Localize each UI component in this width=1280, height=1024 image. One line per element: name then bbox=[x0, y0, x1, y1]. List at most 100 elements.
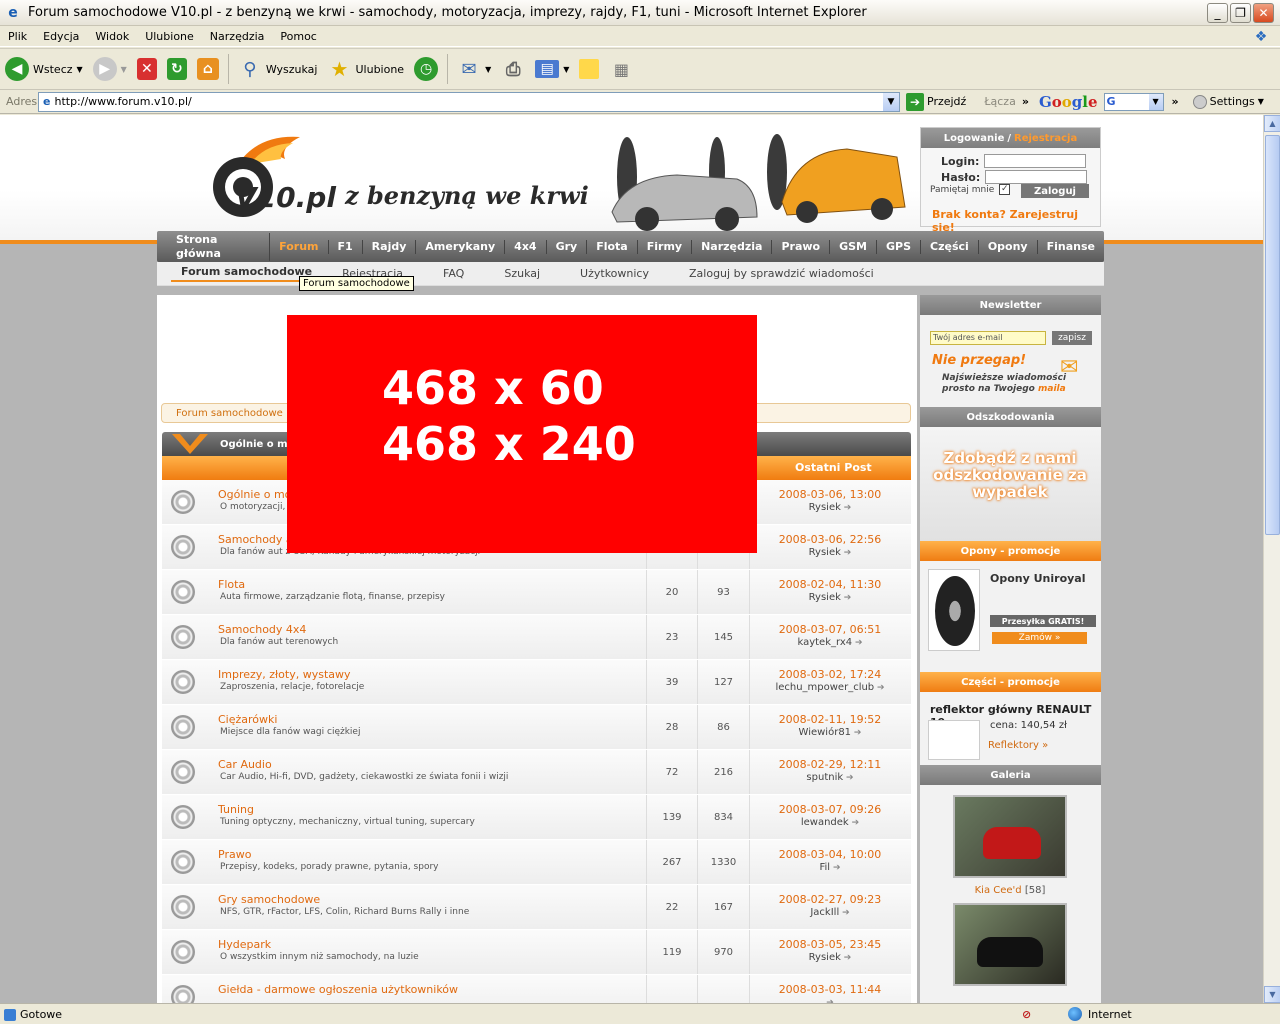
stop-button[interactable]: ✕ bbox=[132, 52, 162, 86]
nav-prawo[interactable]: Prawo bbox=[772, 239, 831, 254]
register-link[interactable]: Rejestracja bbox=[1014, 133, 1077, 144]
nav-narzedzia[interactable]: Narzędzia bbox=[692, 239, 773, 254]
menu-widok[interactable]: Widok bbox=[87, 30, 137, 43]
menu-edycja[interactable]: Edycja bbox=[35, 30, 87, 43]
odszkodowania-promo[interactable]: Zdobądź z nami odszkodowanie za wypadek bbox=[930, 450, 1090, 501]
scroll-down-icon[interactable]: ▼ bbox=[1264, 986, 1280, 1003]
subnav-szukaj[interactable]: Szukaj bbox=[484, 267, 560, 280]
tire-product-image[interactable] bbox=[928, 569, 980, 651]
last-post-date[interactable]: 2008-02-04, 11:30 bbox=[750, 578, 910, 591]
nav-finanse[interactable]: Finanse bbox=[1038, 240, 1104, 254]
search-button[interactable]: ⚲ Wyszukaj bbox=[233, 52, 323, 86]
refresh-button[interactable]: ↻ bbox=[162, 52, 192, 86]
last-post-date[interactable]: 2008-03-02, 17:24 bbox=[750, 668, 910, 681]
password-input[interactable] bbox=[985, 170, 1088, 184]
last-post-user[interactable]: Rysiek bbox=[750, 502, 910, 513]
nav-gry[interactable]: Gry bbox=[547, 239, 588, 254]
last-post-date[interactable]: 2008-02-29, 12:11 bbox=[750, 758, 910, 771]
last-post-user[interactable]: Rysiek bbox=[750, 592, 910, 603]
subnav-faq[interactable]: FAQ bbox=[423, 267, 484, 280]
nav-firmy[interactable]: Firmy bbox=[638, 239, 693, 254]
login-input[interactable] bbox=[984, 154, 1087, 168]
opony-title[interactable]: Opony Uniroyal bbox=[990, 572, 1086, 585]
reflektory-link[interactable]: Reflektory » bbox=[988, 740, 1048, 751]
forum-name[interactable]: Flota bbox=[218, 578, 245, 591]
address-dropdown-icon[interactable]: ▼ bbox=[883, 92, 899, 111]
last-post-user[interactable]: Rysiek bbox=[750, 547, 910, 558]
last-post-date[interactable]: 2008-03-07, 09:26 bbox=[750, 803, 910, 816]
forum-name[interactable]: Samochody 4x4 bbox=[218, 623, 306, 636]
edit-dropdown-icon[interactable]: ▼ bbox=[563, 65, 569, 74]
last-post-date[interactable]: 2008-03-07, 06:51 bbox=[750, 623, 910, 636]
google-chevron-icon[interactable]: » bbox=[1172, 95, 1179, 108]
gallery-image-2[interactable] bbox=[953, 903, 1067, 986]
nav-flota[interactable]: Flota bbox=[587, 239, 638, 254]
last-post-user[interactable]: lechu_mpower_club bbox=[750, 682, 910, 693]
nav-czesci[interactable]: Części bbox=[921, 239, 979, 254]
google-search-input[interactable]: G ▼ bbox=[1103, 92, 1164, 111]
gallery-caption-link[interactable]: Kia Cee'd bbox=[975, 885, 1022, 896]
newsletter-subscribe-button[interactable]: zapisz bbox=[1052, 331, 1092, 345]
nav-amerykany[interactable]: Amerykany bbox=[416, 239, 506, 254]
home-button[interactable]: ⌂ bbox=[192, 52, 224, 86]
edit-button[interactable]: ▤ ▼ bbox=[530, 52, 574, 86]
address-input[interactable]: e http://www.forum.v10.pl/ ▼ bbox=[38, 91, 900, 112]
forward-dropdown-icon[interactable]: ▼ bbox=[121, 65, 127, 74]
last-post-date[interactable]: 2008-03-03, 11:44 bbox=[750, 983, 910, 996]
breadcrumb-link[interactable]: Forum samochodowe bbox=[176, 408, 283, 419]
vertical-scrollbar[interactable]: ▲ ▼ bbox=[1263, 115, 1280, 1003]
google-dropdown-icon[interactable]: ▼ bbox=[1148, 93, 1163, 110]
last-post-user[interactable]: lewandek bbox=[750, 817, 910, 828]
forum-name[interactable]: Prawo bbox=[218, 848, 251, 861]
close-button[interactable]: ✕ bbox=[1253, 3, 1274, 23]
back-dropdown-icon[interactable]: ▼ bbox=[77, 65, 83, 74]
forum-name[interactable]: Tuning bbox=[218, 803, 254, 816]
remember-checkbox[interactable]: ✓ bbox=[999, 184, 1011, 195]
print-button[interactable]: ⎙ bbox=[496, 52, 530, 86]
headlight-product-image[interactable] bbox=[928, 720, 980, 760]
settings-button[interactable]: Settings ▼ bbox=[1192, 94, 1264, 109]
maximize-button[interactable]: ❐ bbox=[1230, 3, 1251, 23]
nav-gps[interactable]: GPS bbox=[877, 239, 922, 254]
nav-f1[interactable]: F1 bbox=[329, 239, 363, 254]
mail-dropdown-icon[interactable]: ▼ bbox=[485, 65, 491, 74]
last-post-user[interactable]: sputnik bbox=[750, 772, 910, 783]
history-button[interactable]: ◷ bbox=[409, 52, 443, 86]
menu-pomoc[interactable]: Pomoc bbox=[272, 30, 324, 43]
forward-button[interactable]: ▶ ▼ bbox=[88, 52, 132, 86]
go-button[interactable]: ➔ Przejdź bbox=[906, 92, 966, 111]
scroll-thumb[interactable] bbox=[1265, 135, 1280, 535]
menu-narzedzia[interactable]: Narzędzia bbox=[202, 30, 273, 43]
scroll-up-icon[interactable]: ▲ bbox=[1264, 115, 1280, 132]
last-post-user[interactable]: Wiewiór81 bbox=[750, 727, 910, 738]
forum-name[interactable]: Hydepark bbox=[218, 938, 271, 951]
nav-opony[interactable]: Opony bbox=[979, 239, 1038, 254]
forum-name[interactable]: Gry samochodowe bbox=[218, 893, 320, 906]
minimize-button[interactable]: _ bbox=[1207, 3, 1228, 23]
menu-plik[interactable]: Plik bbox=[0, 30, 35, 43]
nav-rajdy[interactable]: Rajdy bbox=[363, 239, 417, 254]
favorites-button[interactable]: ★ Ulubione bbox=[322, 52, 409, 86]
last-post-date[interactable]: 2008-03-06, 22:56 bbox=[750, 533, 910, 546]
nav-strona-glowna[interactable]: Strona główna bbox=[167, 232, 271, 261]
links-chevron-icon[interactable]: » bbox=[1022, 95, 1029, 108]
last-post-user[interactable]: JackIll bbox=[750, 907, 910, 918]
nav-gsm[interactable]: GSM bbox=[830, 239, 878, 254]
last-post-date[interactable]: 2008-02-27, 09:23 bbox=[750, 893, 910, 906]
last-post-user[interactable]: kaytek_rx4 bbox=[750, 637, 910, 648]
order-button[interactable]: Zamów » bbox=[992, 632, 1087, 644]
menu-ulubione[interactable]: Ulubione bbox=[137, 30, 202, 43]
last-post-date[interactable]: 2008-03-04, 10:00 bbox=[750, 848, 910, 861]
forum-name[interactable]: Car Audio bbox=[218, 758, 272, 771]
nav-forum[interactable]: Forum bbox=[270, 239, 329, 254]
links-label[interactable]: Łącza bbox=[984, 95, 1016, 108]
last-post-user[interactable]: Rysiek bbox=[750, 952, 910, 963]
forum-name[interactable]: Imprezy, złoty, wystawy bbox=[218, 668, 351, 681]
ad-banner[interactable]: 468 x 60 468 x 240 bbox=[287, 315, 757, 553]
v10-logo[interactable]: V10.pl bbox=[205, 129, 345, 224]
forum-name[interactable]: Samochody ar bbox=[218, 533, 297, 546]
newsletter-email-input[interactable]: Twój adres e-mail bbox=[930, 331, 1046, 345]
mail-button[interactable]: ✉ ▼ bbox=[452, 52, 496, 86]
last-post-user[interactable]: Fil bbox=[750, 862, 910, 873]
back-button[interactable]: ◀ Wstecz ▼ bbox=[0, 52, 88, 86]
